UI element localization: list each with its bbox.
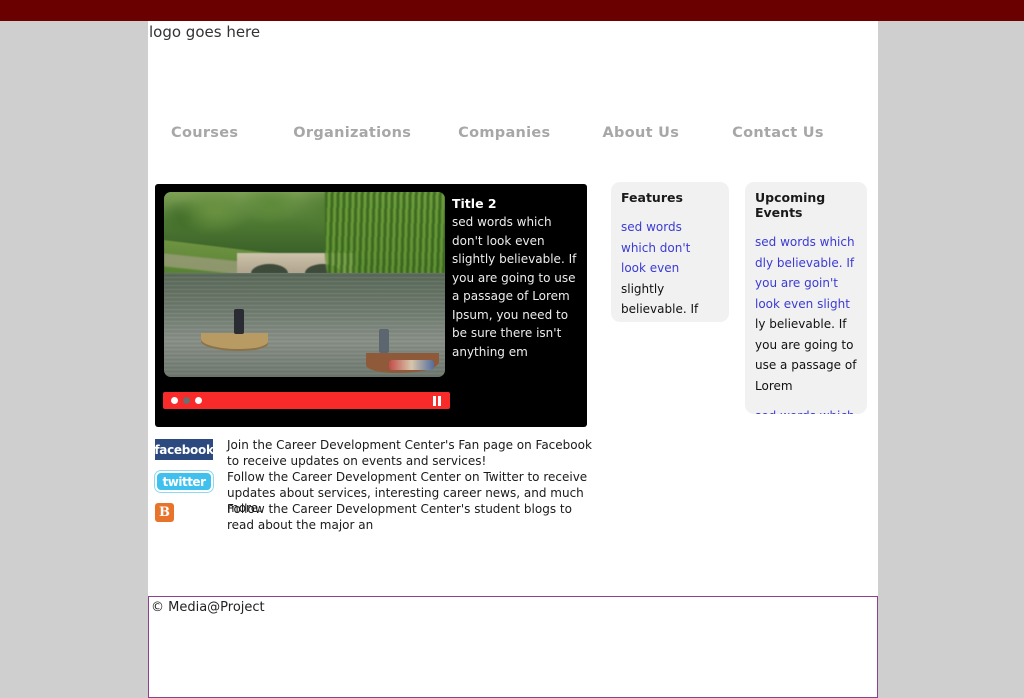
page-root: logo goes here Courses Organizations Com…	[0, 0, 1024, 698]
nav-item-contact-us[interactable]: Contact Us	[732, 125, 824, 141]
events-entry: sed words which dly believable. If you a…	[755, 231, 857, 395]
carousel-dot-2[interactable]	[183, 397, 190, 404]
carousel-title: Title 2	[452, 196, 497, 211]
twitter-icon-label: twitter	[155, 471, 213, 492]
features-entry-link[interactable]: sed words which don't look even	[621, 220, 690, 275]
features-panel: Features sed words which don't look even…	[611, 182, 729, 322]
features-title: Features	[621, 190, 683, 205]
social-row-twitter: twitter Follow the Career Development Ce…	[155, 470, 755, 515]
blogger-description: Follow the Career Development Center's s…	[227, 502, 572, 532]
features-entry-body: slightly believable. If you are going to…	[621, 281, 699, 317]
image-passengers-right	[388, 360, 434, 370]
blogger-icon[interactable]: B	[155, 503, 215, 524]
site-container: logo goes here Courses Organizations Com…	[148, 21, 878, 596]
copyright-text: © Media@Project	[151, 600, 265, 615]
facebook-icon-label: facebook	[154, 439, 214, 460]
site-logo: logo goes here	[149, 23, 261, 41]
carousel-image	[164, 192, 445, 377]
twitter-icon[interactable]: twitter	[155, 471, 215, 492]
events-entry-link[interactable]: sed words which dly believable. If you a…	[755, 235, 855, 311]
image-punter-left	[234, 308, 245, 335]
social-row-blogger: B Follow the Career Development Center's…	[155, 502, 755, 534]
top-chrome-bar	[0, 0, 1024, 21]
site-footer: © Media@Project	[148, 596, 878, 698]
blogger-icon-label: B	[155, 503, 174, 522]
carousel-description: sed words which don't look even slightly…	[452, 215, 577, 359]
events-entry-link[interactable]: sed words which dly beli	[755, 409, 855, 414]
main-navigation: Courses Organizations Companies About Us…	[158, 125, 878, 159]
facebook-description: Join the Career Development Center's Fan…	[227, 438, 592, 468]
social-row-facebook: facebook Join the Career Development Cen…	[154, 438, 755, 470]
features-entry: sed words which don't look even slightly…	[621, 216, 719, 322]
carousel-dot-3[interactable]	[195, 397, 202, 404]
nav-list: Courses Organizations Companies About Us…	[158, 125, 878, 141]
events-entry-body: ly believable. If you are going to use a…	[755, 317, 857, 393]
nav-item-companies[interactable]: Companies	[458, 125, 550, 141]
nav-item-courses[interactable]: Courses	[171, 125, 238, 141]
facebook-icon[interactable]: facebook	[154, 439, 215, 460]
events-title: Upcoming Events	[755, 190, 826, 220]
nav-item-organizations[interactable]: Organizations	[293, 125, 411, 141]
pause-icon[interactable]	[433, 396, 442, 406]
carousel-dot-1[interactable]	[171, 397, 178, 404]
upcoming-events-panel: Upcoming Events sed words which dly beli…	[745, 182, 867, 414]
image-punter-right	[378, 328, 389, 353]
social-links-section: facebook Join the Career Development Cen…	[154, 438, 755, 535]
carousel-controls[interactable]	[163, 392, 450, 409]
carousel-caption: Title 2 sed words which don't look even …	[452, 196, 580, 361]
carousel[interactable]: Title 2 sed words which don't look even …	[155, 184, 587, 427]
nav-item-about-us[interactable]: About Us	[603, 125, 680, 141]
events-entry: sed words which dly beli evable. If you …	[755, 405, 857, 414]
